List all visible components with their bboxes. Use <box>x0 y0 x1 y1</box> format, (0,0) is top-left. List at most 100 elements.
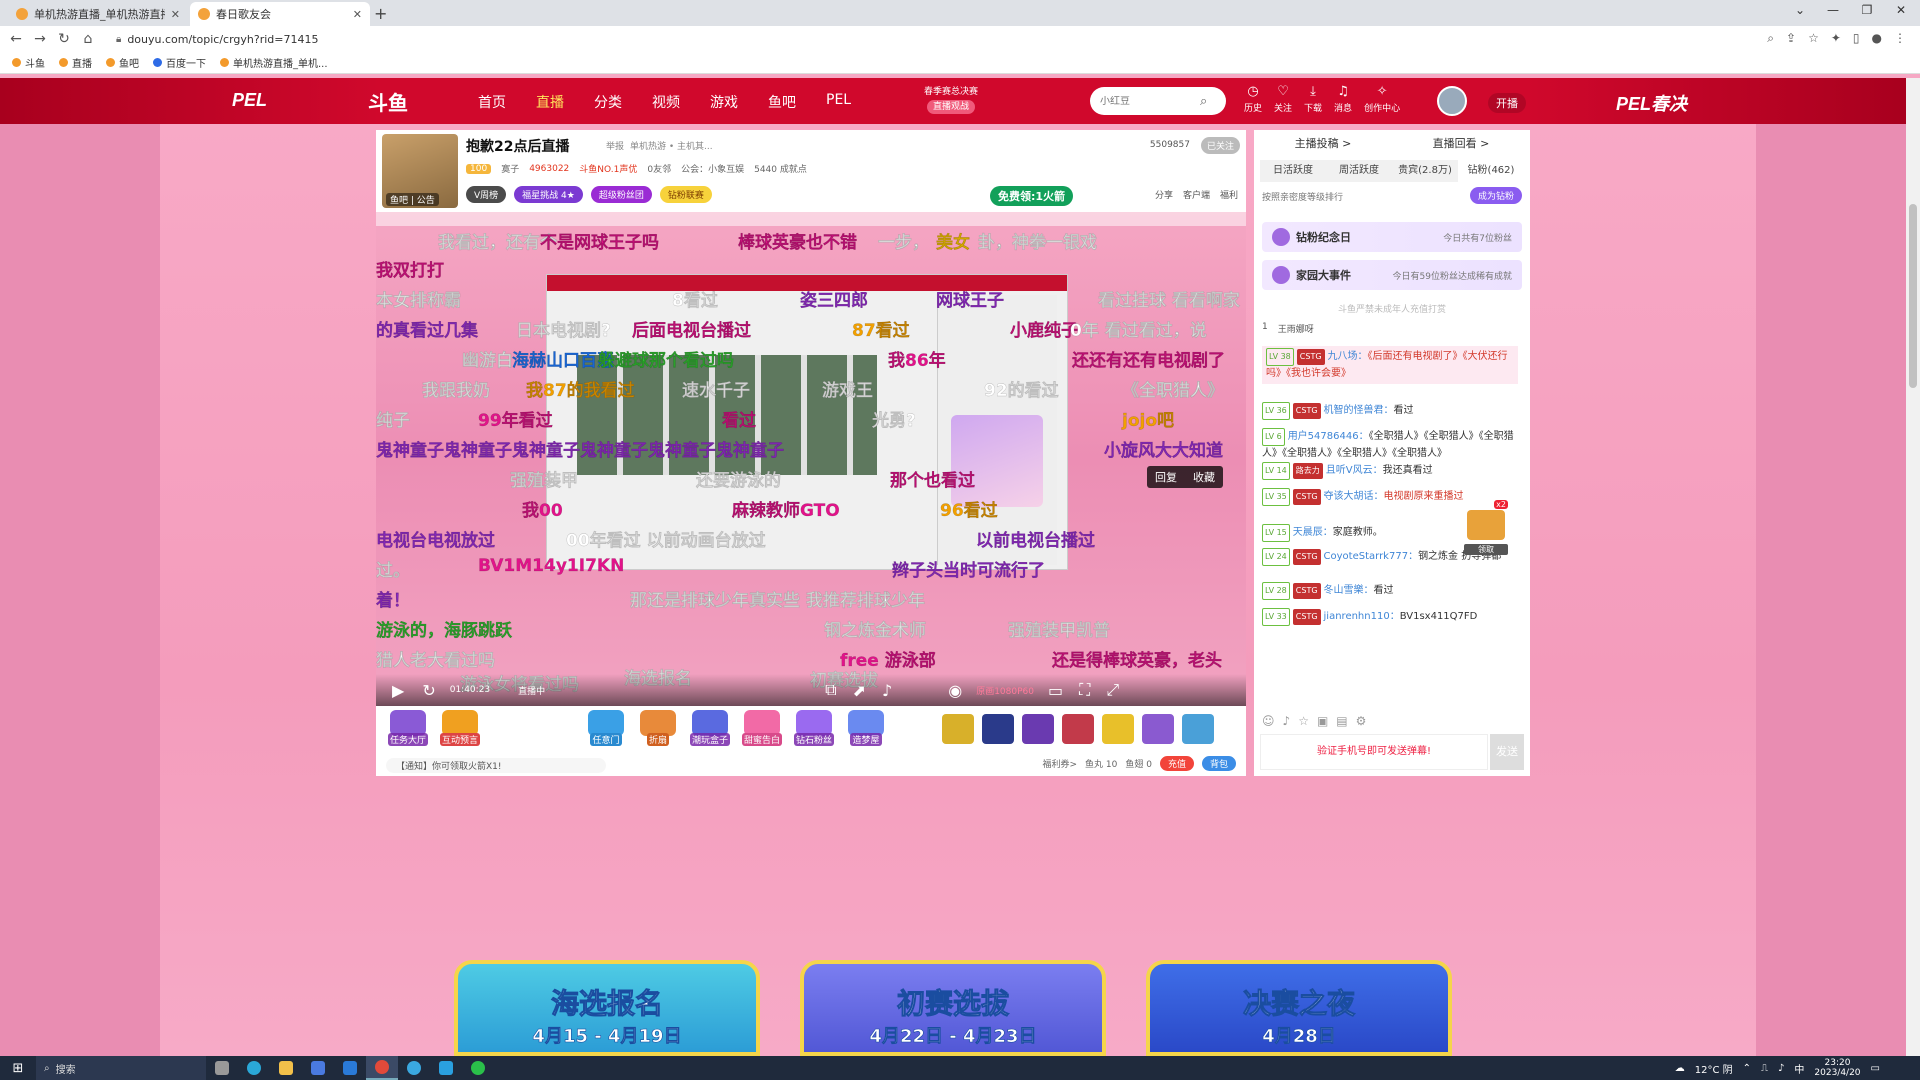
danmaku-comment[interactable]: BV1M14y1I7KN <box>478 556 625 576</box>
danmaku-comment[interactable]: 还要游泳的 <box>696 466 781 491</box>
bookmark-item[interactable]: 鱼吧 <box>106 55 139 70</box>
close-tab-icon[interactable]: ✕ <box>171 8 180 21</box>
danmaku-comment[interactable]: 美女 <box>936 228 970 253</box>
danmaku-comment[interactable]: 钢之炼金术师 <box>824 616 926 641</box>
refresh-icon[interactable]: ↻ <box>422 681 435 700</box>
danmaku-comment[interactable]: 本女排称霸 <box>376 286 461 311</box>
fullscreen-icon[interactable]: ⤢ <box>1106 680 1119 700</box>
gift-portal[interactable]: 任意门 <box>582 710 630 746</box>
edge-icon[interactable] <box>238 1056 270 1080</box>
clock[interactable]: 23:20 2023/4/20 <box>1814 1058 1860 1078</box>
tab-daily[interactable]: 日活跃度 <box>1260 160 1326 182</box>
close-window-icon[interactable]: ✕ <box>1886 3 1916 17</box>
danmaku-comment[interactable]: 我双打打 <box>376 256 444 281</box>
pip-icon[interactable]: ⧉ <box>825 680 836 700</box>
badge-icon[interactable]: ☆ <box>1298 714 1309 728</box>
danmaku-comment[interactable]: 的真看过几集 <box>376 316 478 341</box>
zoom-icon[interactable]: ⌕ <box>1767 31 1774 46</box>
popout-icon[interactable]: ⬈ <box>853 681 866 700</box>
danmaku-comment[interactable]: 猎人老大看过吗 <box>376 646 495 671</box>
anchor-avatar[interactable]: 鱼吧 | 公告 <box>382 134 458 208</box>
event-card-anniversary[interactable]: 钻粉纪念日 今日共有7位粉丝 <box>1262 222 1522 252</box>
notification-icon[interactable]: ▭ <box>1871 1063 1880 1074</box>
gift-dream-house[interactable]: 造梦屋 <box>842 710 890 746</box>
danmaku-comment[interactable]: 着！ <box>376 586 410 611</box>
danmaku-comment[interactable]: 00年看过 以前动画台放过 <box>566 526 766 551</box>
danmaku-comment[interactable]: 0年 看过看过，说 <box>1070 316 1207 341</box>
banner-final[interactable]: 决赛之夜 4月28日 <box>1146 960 1452 1056</box>
client-button[interactable]: 客户端 <box>1183 188 1210 201</box>
replay-link[interactable]: 直播回看 > <box>1392 130 1530 158</box>
chat-username[interactable]: 且听V风云： <box>1326 465 1383 476</box>
chevron-down-icon[interactable]: ⌄ <box>1785 3 1815 17</box>
danmaku-comment[interactable]: 一步， <box>878 228 929 253</box>
pel-spring-logo[interactable]: PEL春决 <box>1616 90 1687 116</box>
settings-icon[interactable]: ⚙ <box>1356 714 1367 728</box>
danmaku-comment[interactable]: 99年看过 <box>478 406 553 431</box>
danmaku-comment[interactable]: 姿三四郎 <box>800 286 868 311</box>
wechat-icon[interactable] <box>462 1056 494 1080</box>
nav-pel[interactable]: PEL <box>826 92 851 112</box>
chat-message[interactable]: LV 14 路去力 且听V风云：我还真看过 <box>1262 462 1518 480</box>
danmaku-comment[interactable]: 电视台电视放过 <box>376 526 495 551</box>
close-tab-icon[interactable]: ✕ <box>353 8 362 21</box>
extensions-icon[interactable]: ✦ <box>1831 31 1841 46</box>
store-icon[interactable] <box>302 1056 334 1080</box>
emoji-icon[interactable]: ☺ <box>1262 714 1275 728</box>
back-icon[interactable]: ← <box>4 31 28 47</box>
report-link[interactable]: 举报 <box>606 139 624 152</box>
anchor-submit-link[interactable]: 主播投稿 > <box>1254 130 1392 158</box>
bookmark-item[interactable]: 百度一下 <box>153 55 206 70</box>
treasure-chest[interactable]: x2 领取 <box>1464 500 1508 555</box>
scrollbar-thumb[interactable] <box>1909 204 1917 388</box>
nav-game[interactable]: 游戏 <box>710 92 738 112</box>
browser-tab-2[interactable]: 春日歌友会 ✕ <box>190 2 370 26</box>
telegram-icon[interactable] <box>430 1056 462 1080</box>
danmaku-comment[interactable]: 还还有还有电视剧了 <box>1072 346 1225 371</box>
speaker-icon[interactable]: ♪ <box>1778 1063 1784 1074</box>
video-player[interactable]: 我看过，还有个 不是网球王子吗 棒球英豪也不错 一步， 美女 卦，神拳一银戏 我双打打 本女排… <box>376 212 1246 706</box>
chat-message[interactable]: LV 38 CSTG 九八场：《后面还有电视剧了》《大伏还行吗》《我也许会要》 <box>1262 346 1518 384</box>
become-fan-button[interactable]: 成为钻粉 <box>1469 187 1522 204</box>
app-icon[interactable] <box>398 1056 430 1080</box>
tag-challenge[interactable]: 福星挑战 4★ <box>514 186 583 203</box>
danmaku-comment[interactable]: 游戏王 <box>822 376 873 401</box>
gift-item[interactable] <box>1062 714 1094 744</box>
welfare-button[interactable]: 福利 <box>1220 188 1238 201</box>
gift-item[interactable] <box>942 714 974 744</box>
danmaku-comment[interactable]: 看过 <box>722 406 756 431</box>
danmaku-comment[interactable]: 卦，神拳一银戏 <box>978 228 1097 253</box>
danmaku-comment[interactable]: 《全职猎人》 <box>1122 376 1224 401</box>
recharge-button[interactable]: 充值 <box>1159 756 1194 771</box>
taskbar-search[interactable]: ⌕ 搜索 <box>36 1056 206 1080</box>
nav-home[interactable]: 首页 <box>478 92 506 112</box>
douyu-logo[interactable]: 斗鱼 <box>368 87 408 116</box>
danmaku-comment[interactable]: jojo吧 <box>1122 406 1174 431</box>
reload-icon[interactable]: ↻ <box>52 31 76 47</box>
guild-name[interactable]: 公会：小象互娱 <box>681 162 744 175</box>
chat-username[interactable]: CoyoteStarrk777： <box>1324 551 1419 562</box>
network-icon[interactable]: ⎍ <box>1761 1063 1768 1074</box>
claim-button[interactable]: 领取 <box>1464 544 1508 555</box>
profile-icon[interactable]: ● <box>1872 31 1882 46</box>
promo-badge[interactable]: 春季赛总决赛 直播观战 <box>912 86 990 116</box>
browser-tab-1[interactable]: 单机热游直播_单机热游直播解说 ✕ <box>8 2 188 26</box>
bookmark-item[interactable]: 斗鱼 <box>12 55 45 70</box>
danmaku-comment[interactable]: 我86年 <box>888 346 946 371</box>
bookmark-star-icon[interactable]: ☆ <box>1808 31 1819 46</box>
danmaku-comment[interactable]: 棒球英豪也不错 <box>738 228 857 253</box>
menu-icon[interactable]: ⋮ <box>1894 31 1906 46</box>
free-rocket-button[interactable]: 免费领:1火箭 <box>990 186 1074 206</box>
chat-username[interactable]: 天晨辰： <box>1293 527 1333 538</box>
danmaku-comment[interactable]: 强殖装甲 <box>510 466 578 491</box>
danmaku-comment[interactable]: 游泳的，海豚跳跃 <box>376 616 512 641</box>
danmaku-comment[interactable]: 幽游白 <box>462 346 513 371</box>
gift-blindbox[interactable]: 潮玩盒子 <box>686 710 734 746</box>
gift-confession[interactable]: 甜蜜告白 <box>738 710 786 746</box>
chrome-icon[interactable] <box>366 1056 398 1080</box>
forward-icon[interactable]: → <box>28 31 52 47</box>
danmaku-comment[interactable]: 我87的我看过 <box>526 376 635 401</box>
weather-icon[interactable]: ☁ <box>1675 1063 1685 1074</box>
maximize-icon[interactable]: ❐ <box>1852 3 1882 17</box>
event-card-home[interactable]: 家园大事件 今日有59位粉丝达成稀有成就 <box>1262 260 1522 290</box>
